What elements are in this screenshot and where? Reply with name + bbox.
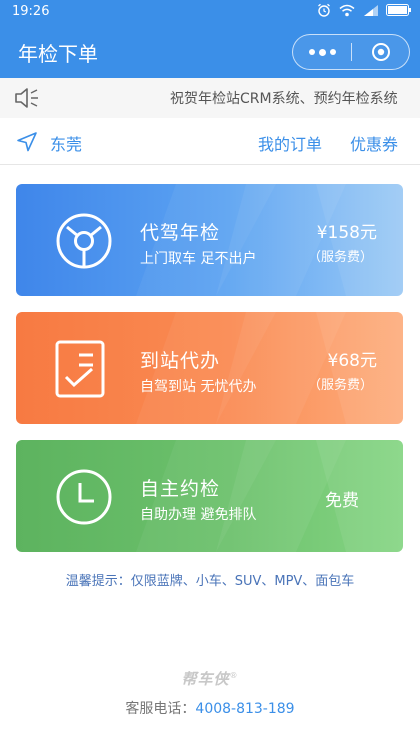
miniprogram-capsule — [292, 34, 410, 70]
status-bar: 19:26 — [0, 0, 420, 24]
status-time: 19:26 — [12, 4, 50, 19]
close-circle-icon — [371, 43, 390, 61]
service-price: ¥68元 — [327, 351, 377, 371]
steering-wheel-icon — [54, 211, 114, 275]
service-price: 免费 — [325, 491, 359, 511]
status-icons — [317, 3, 412, 17]
wifi-icon — [339, 4, 355, 16]
customer-service: 客服电话：4008-813-189 — [0, 698, 420, 718]
service-label: 客服电话： — [125, 701, 196, 717]
page-title: 年检下单 — [18, 42, 98, 66]
more-menu-button[interactable] — [293, 35, 351, 69]
service-card-self-booking[interactable]: 自主约检 自助办理 避免排队 免费 — [16, 440, 403, 552]
coupons-link[interactable]: 优惠券 — [350, 131, 398, 155]
speaker-icon — [14, 87, 40, 113]
service-subtitle: 上门取车 足不出户 — [140, 251, 257, 267]
notice-bar[interactable]: 祝贺年检站CRM系统、预约年检系统 — [0, 78, 420, 118]
more-dot-icon — [308, 49, 315, 55]
service-phone-link[interactable]: 4008-813-189 — [195, 701, 294, 717]
service-fee-note: （服务费） — [307, 250, 373, 265]
location-arrow-icon[interactable] — [16, 131, 38, 157]
service-title: 自主约检 — [140, 478, 221, 500]
service-subtitle: 自驾到站 无忧代办 — [140, 379, 257, 395]
battery-icon — [386, 4, 411, 16]
checklist-icon — [54, 339, 106, 403]
service-title: 到站代办 — [140, 350, 221, 372]
service-title: 代驾年检 — [140, 222, 221, 244]
service-card-station-agent[interactable]: 到站代办 自驾到站 无忧代办 ¥68元 （服务费） — [16, 312, 403, 424]
more-dot-icon — [318, 48, 326, 56]
service-card-designated-driving[interactable]: 代驾年检 上门取车 足不出户 ¥158元 （服务费） — [16, 184, 403, 296]
alarm-icon — [318, 3, 330, 17]
tip-text: 仅限蓝牌、小车、SUV、MPV、面包车 — [130, 574, 355, 589]
brand-name: 帮车侠 — [181, 670, 230, 688]
close-miniprogram-button[interactable] — [352, 35, 409, 69]
registered-mark: ® — [229, 671, 239, 680]
service-price: ¥158元 — [316, 223, 377, 243]
my-orders-link[interactable]: 我的订单 — [258, 131, 322, 155]
signal-icon — [364, 5, 378, 16]
tip-label: 温馨提示： — [65, 574, 131, 589]
clock-icon — [54, 467, 114, 531]
notice-text: 祝贺年检站CRM系统、预约年检系统 — [170, 91, 398, 107]
city-selector[interactable]: 东莞 — [50, 131, 82, 155]
navigation-bar: 年检下单 — [0, 24, 420, 78]
service-subtitle: 自助办理 避免排队 — [140, 507, 257, 523]
service-fee-note: （服务费） — [307, 378, 373, 393]
brand-logo: 帮车侠® — [0, 668, 420, 689]
more-dot-icon — [329, 49, 336, 55]
location-bar: 东莞 我的订单 优惠券 — [0, 118, 420, 165]
warm-tip: 温馨提示：仅限蓝牌、小车、SUV、MPV、面包车 — [0, 570, 420, 589]
